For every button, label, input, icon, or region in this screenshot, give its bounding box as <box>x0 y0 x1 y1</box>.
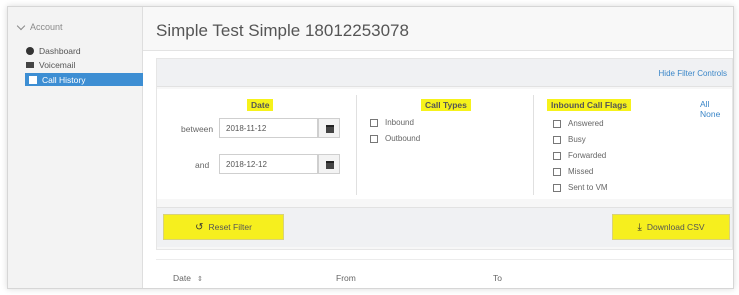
and-label: and <box>195 160 210 170</box>
call-type-outbound-checkbox[interactable]: Outbound <box>370 134 420 143</box>
checkbox-icon <box>370 134 378 143</box>
flag-forwarded-checkbox[interactable]: Forwarded <box>553 151 606 160</box>
app-window: Account Dashboard Voicemail Call History… <box>7 6 734 289</box>
reset-filter-button[interactable]: ↺ Reset Filter <box>163 214 284 240</box>
calendar-icon <box>326 161 334 169</box>
filter-action-bar: ↺ Reset Filter ⤓ Download CSV <box>157 207 732 247</box>
flag-busy-checkbox[interactable]: Busy <box>553 135 586 144</box>
page-title: Simple Test Simple 18012253078 <box>156 21 409 40</box>
sidebar-item-call-history[interactable]: Call History <box>25 73 143 86</box>
sidebar-item-label: Voicemail <box>39 59 76 70</box>
checkbox-label: Answered <box>568 119 604 128</box>
download-icon: ⤓ <box>637 221 642 233</box>
checkbox-label: Forwarded <box>568 151 607 160</box>
sidebar-item-label: Dashboard <box>39 45 81 56</box>
download-csv-label: Download CSV <box>646 222 705 232</box>
checkbox-label: Outbound <box>385 134 421 143</box>
date-heading: Date <box>247 99 274 111</box>
end-date-calendar-button[interactable] <box>318 154 340 174</box>
column-header-from[interactable]: From <box>336 273 356 283</box>
call-history-table-header: Date ⇕ From To <box>156 259 733 288</box>
checkbox-icon <box>553 119 561 128</box>
call-types-heading: Call Types <box>421 99 471 111</box>
hide-filter-controls-link[interactable]: Hide Filter Controls <box>659 69 727 78</box>
sidebar-section-account[interactable]: Account <box>16 21 63 32</box>
dashboard-icon <box>26 46 34 55</box>
filter-panel-header: Hide Filter Controls <box>157 59 732 87</box>
start-date-calendar-button[interactable] <box>318 118 340 138</box>
checkbox-icon <box>553 151 561 160</box>
main-content: Simple Test Simple 18012253078 Hide Filt… <box>143 7 733 288</box>
filter-controls: Date between 2018-11-12 and 2018-12-12 C… <box>157 89 732 199</box>
undo-icon: ↺ <box>195 221 204 233</box>
start-date-input[interactable]: 2018-11-12 <box>219 118 318 138</box>
end-date-input[interactable]: 2018-12-12 <box>219 154 318 174</box>
reset-filter-label: Reset Filter <box>208 222 252 232</box>
sidebar-item-label: Call History <box>42 74 86 85</box>
column-header-to[interactable]: To <box>493 273 502 283</box>
all-none-toggle[interactable]: All None <box>700 99 732 119</box>
column-divider <box>356 95 357 195</box>
sidebar: Account Dashboard Voicemail Call History <box>8 7 143 288</box>
title-bar: Simple Test Simple 18012253078 <box>143 7 733 51</box>
flag-answered-checkbox[interactable]: Answered <box>553 119 604 128</box>
checkbox-label: Sent to VM <box>568 183 608 192</box>
inbound-call-flags-heading: Inbound Call Flags <box>547 99 632 111</box>
column-divider <box>533 95 534 195</box>
download-csv-button[interactable]: ⤓ Download CSV <box>612 214 730 240</box>
sidebar-item-voicemail[interactable]: Voicemail <box>26 58 75 71</box>
calendar-icon <box>326 125 334 133</box>
phone-icon <box>29 75 37 84</box>
flag-missed-checkbox[interactable]: Missed <box>553 167 593 176</box>
between-label: between <box>181 124 214 134</box>
sidebar-item-dashboard[interactable]: Dashboard <box>26 44 81 57</box>
column-header-date[interactable]: Date ⇕ <box>173 273 203 283</box>
checkbox-label: Inbound <box>385 118 414 127</box>
chevron-down-icon <box>16 21 26 30</box>
checkbox-label: Missed <box>568 167 594 176</box>
call-type-inbound-checkbox[interactable]: Inbound <box>370 118 414 127</box>
sidebar-section-label: Account <box>30 22 63 32</box>
filter-panel: Hide Filter Controls Date between 2018-1… <box>156 58 733 250</box>
sort-icon: ⇕ <box>196 276 203 283</box>
checkbox-label: Busy <box>568 135 586 144</box>
checkbox-icon <box>553 167 561 176</box>
checkbox-icon <box>370 118 378 127</box>
column-header-label: Date <box>173 273 191 283</box>
checkbox-icon <box>553 135 561 144</box>
checkbox-icon <box>553 183 561 192</box>
envelope-icon <box>26 61 34 68</box>
flag-sent-to-vm-checkbox[interactable]: Sent to VM <box>553 183 608 192</box>
